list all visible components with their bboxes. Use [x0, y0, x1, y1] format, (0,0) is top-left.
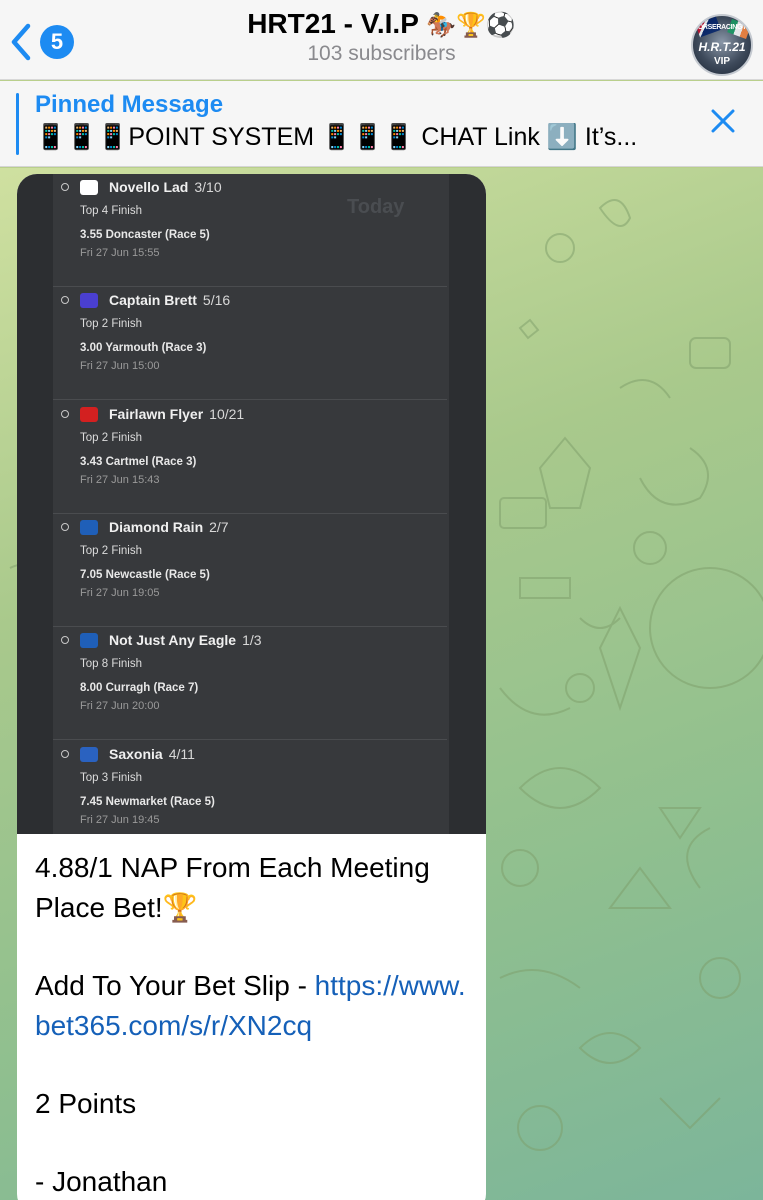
- pinned-preview: 📱📱📱POINT SYSTEM 📱📱📱 CHAT Link ⬇️ It’s...: [35, 123, 638, 151]
- avatar-text-bottom: VIP: [713, 56, 731, 67]
- radio-dot-icon[interactable]: [61, 183, 69, 191]
- message-line-betslip: Add To Your Bet Slip - https://www.bet36…: [35, 966, 475, 1046]
- race-time: Fri 27 Jun 15:00: [80, 360, 160, 373]
- message-text: 4.88/1 NAP From Each Meeting Place Bet!🏆…: [35, 848, 475, 1200]
- avatar-text-mid: H.R.T.21: [698, 40, 746, 54]
- selection-row[interactable]: Captain Brett 5/16 Top 2 Finish 3.00 Yarmou…: [53, 287, 447, 401]
- radio-dot-icon[interactable]: [61, 296, 69, 305]
- radio-dot-icon[interactable]: [61, 409, 69, 418]
- chevron-left-icon: [11, 23, 31, 61]
- jockey-silk-icon: [80, 633, 98, 649]
- avatar-text-top: HORSERACINGTIPS21: [693, 24, 753, 31]
- pinned-indicator: [16, 93, 19, 155]
- market-type: Top 3 Finish: [80, 771, 143, 784]
- selection-row[interactable]: Not Just Any Eagle 1/3 Top 8 Finish 8.00 Cu…: [53, 627, 447, 741]
- selection-row[interactable]: Novello Lad 3/10 Top 4 Finish 3.55 Doncaste…: [53, 174, 447, 287]
- horse-name-text: Not Just Any Eagle: [109, 632, 237, 649]
- horse-odds: 3/10: [194, 179, 222, 195]
- race-time: Fri 27 Jun 15:55: [80, 247, 160, 259]
- horse-odds: 10/21: [209, 405, 245, 422]
- horse-name: Captain Brett 5/16: [109, 292, 230, 308]
- horse-name: Novello Lad 3/10: [109, 179, 222, 195]
- radio-dot-icon[interactable]: [61, 522, 69, 531]
- market-type: Top 2 Finish: [80, 431, 143, 444]
- horse-odds: 2/7: [209, 518, 229, 535]
- horse-name: Saxonia 4/11: [109, 746, 195, 762]
- message-line-author: - Jonathan: [35, 1166, 168, 1197]
- channel-title: HRT21 - V.I.P 🏇🏆⚽: [150, 8, 613, 40]
- selection-row[interactable]: Saxonia 4/11 Top 3 Finish 7.45 Newmarket (R…: [53, 741, 447, 835]
- pinned-title: Pinned Message: [35, 91, 224, 118]
- radio-dot-icon[interactable]: [61, 636, 69, 645]
- race-time: Fri 27 Jun 19:05: [80, 586, 160, 599]
- jockey-silk-icon: [80, 180, 98, 195]
- race-info: 3.43 Cartmel (Race 3): [80, 455, 197, 468]
- bet-slip-screenshot[interactable]: Today Novello Lad 3/10 Top 4 Finish 3.55 Do…: [17, 174, 486, 834]
- horse-odds: 1/3: [242, 632, 262, 649]
- jockey-silk-icon: [80, 406, 98, 422]
- horse-name-text: Saxonia: [109, 745, 163, 762]
- market-type: Top 2 Finish: [80, 318, 143, 331]
- horse-name: Not Just Any Eagle 1/3: [109, 632, 262, 648]
- channel-avatar[interactable]: HORSERACINGTIPS21 H.R.T.21 VIP: [691, 14, 753, 76]
- radio-dot-icon[interactable]: [61, 749, 69, 758]
- close-icon[interactable]: [709, 107, 737, 135]
- market-type: Top 4 Finish: [80, 205, 143, 217]
- horse-odds: 5/16: [202, 292, 231, 309]
- pinned-message-bar[interactable]: Pinned Message 📱📱📱POINT SYSTEM 📱📱📱 CHAT …: [0, 81, 763, 167]
- selection-row[interactable]: Fairlawn Flyer 10/21 Top 2 Finish 3.43 Cart…: [53, 401, 447, 514]
- horse-name-text: Captain Brett: [109, 292, 197, 309]
- jockey-silk-icon: [80, 746, 98, 762]
- horse-name: Fairlawn Flyer 10/21: [109, 406, 244, 422]
- subscriber-count: 103 subscribers: [307, 42, 456, 65]
- horse-name-text: Diamond Rain: [109, 518, 204, 535]
- jockey-silk-icon: [80, 293, 98, 309]
- chat-header: 5 HRT21 - V.I.P 🏇🏆⚽ 103 subscribers HORS…: [0, 0, 763, 80]
- race-time: Fri 27 Jun 15:43: [80, 473, 160, 486]
- back-button[interactable]: 5: [8, 20, 78, 64]
- horse-odds: 4/11: [168, 745, 195, 762]
- market-type: Top 2 Finish: [80, 544, 143, 557]
- jockey-silk-icon: [80, 519, 98, 535]
- unread-count-badge: 5: [40, 25, 74, 59]
- message-line-nap: 4.88/1 NAP From Each Meeting Place Bet!🏆: [35, 852, 430, 923]
- selection-row[interactable]: Diamond Rain 2/7 Top 2 Finish 7.05 Newcastl…: [53, 514, 447, 627]
- market-type: Top 8 Finish: [80, 658, 143, 671]
- race-time: Fri 27 Jun 20:00: [80, 700, 160, 713]
- message-line-points: 2 Points: [35, 1088, 137, 1119]
- horse-name-text: Novello Lad: [109, 179, 189, 195]
- race-time: Fri 27 Jun 19:45: [80, 813, 160, 826]
- race-info: 7.05 Newcastle (Race 5): [80, 568, 210, 581]
- horse-name-text: Fairlawn Flyer: [109, 405, 204, 422]
- race-info: 3.55 Doncaster (Race 5): [80, 229, 210, 241]
- horse-name: Diamond Rain 2/7: [109, 519, 229, 535]
- channel-info[interactable]: HRT21 - V.I.P 🏇🏆⚽ 103 subscribers: [150, 8, 613, 66]
- betslip-prefix: Add To Your Bet Slip -: [35, 970, 315, 1001]
- race-info: 7.45 Newmarket (Race 5): [80, 795, 215, 808]
- message-bubble[interactable]: Today Novello Lad 3/10 Top 4 Finish 3.55 Do…: [17, 174, 486, 1200]
- channel-title-text: HRT21 - V.I.P: [247, 8, 419, 39]
- race-info: 3.00 Yarmouth (Race 3): [80, 342, 207, 355]
- race-info: 8.00 Curragh (Race 7): [80, 682, 199, 695]
- channel-title-emojis: 🏇🏆⚽: [426, 12, 516, 39]
